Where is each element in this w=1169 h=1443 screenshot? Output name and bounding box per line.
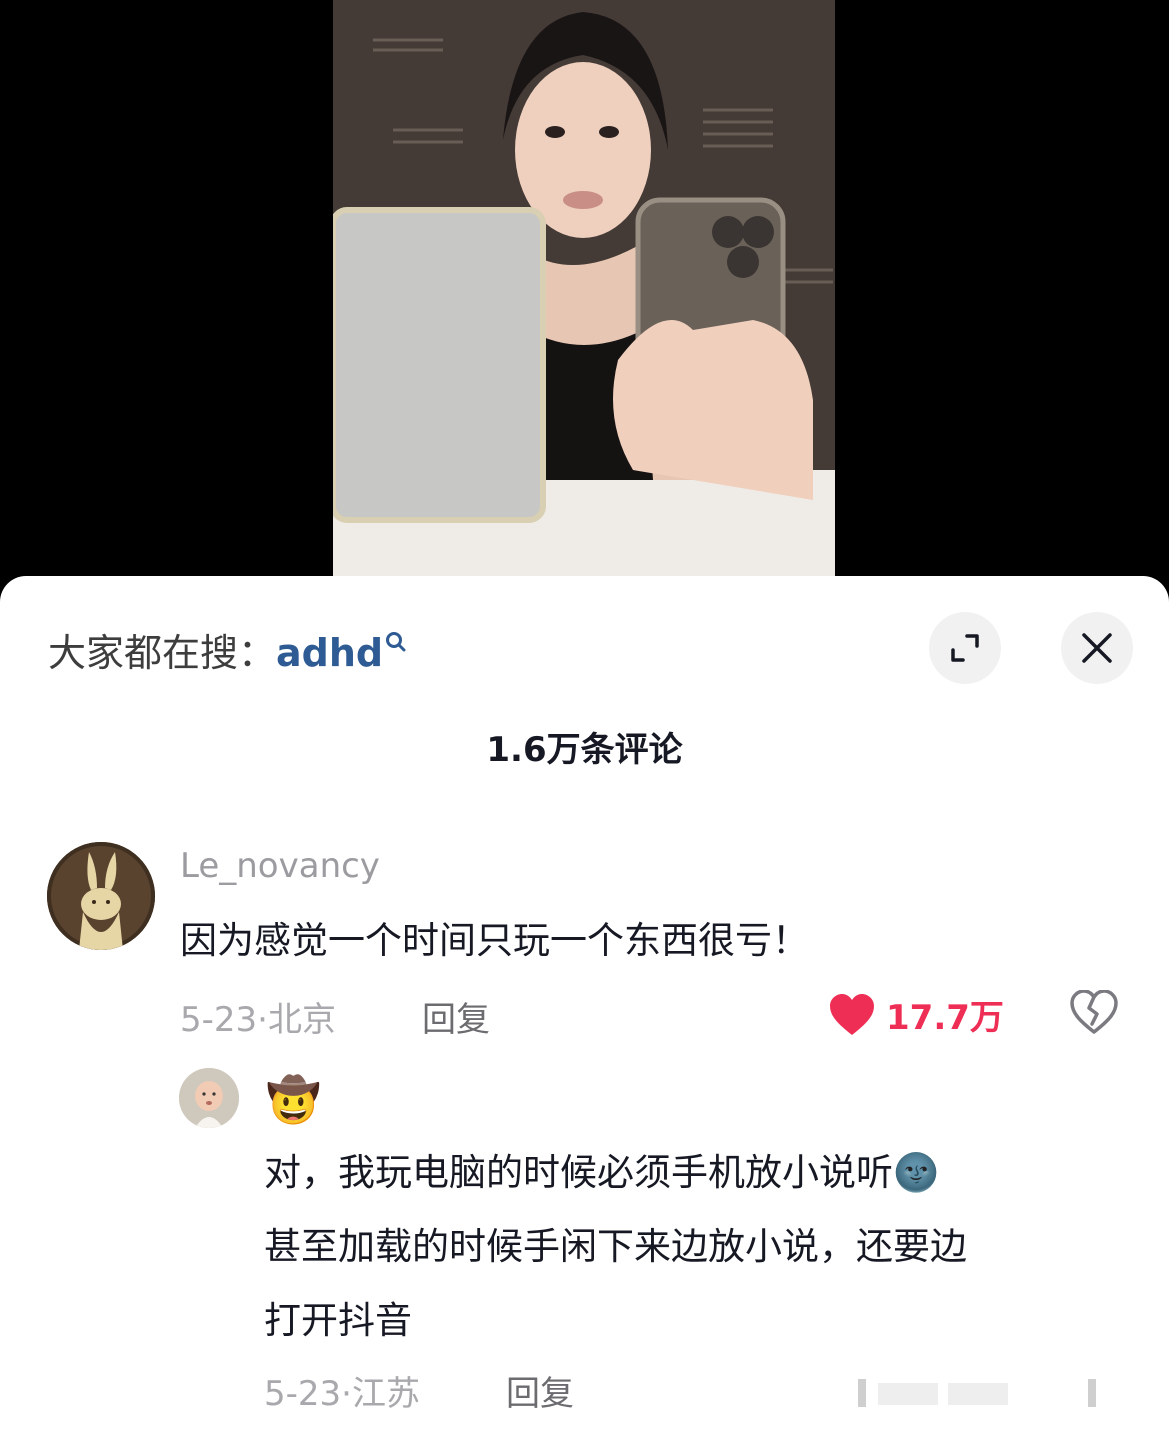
search-keyword[interactable]: adhd bbox=[276, 631, 383, 675]
dislike-button[interactable] bbox=[1070, 989, 1118, 1038]
comment-meta: 5-23·北京 bbox=[180, 1000, 336, 1040]
expand-icon bbox=[951, 634, 979, 662]
reply-text: 对，我玩电脑的时候必须手机放小说听🌚 甚至加载的时候手闲下来边放小说，还要边 打… bbox=[264, 1136, 1124, 1358]
comment-count-title: 1.6万条评论 bbox=[486, 730, 683, 770]
search-suggestion[interactable]: 大家都在搜：adhd bbox=[48, 622, 407, 677]
avatar[interactable] bbox=[47, 842, 155, 950]
close-icon bbox=[1082, 633, 1112, 663]
reply-meta: 5-23·江苏 bbox=[264, 1374, 420, 1414]
like-count: 17.7万 bbox=[886, 998, 1004, 1038]
watermark bbox=[858, 1379, 1096, 1407]
reply-date: 5-23 bbox=[264, 1374, 342, 1414]
reply-text-line: 打开抖音 bbox=[264, 1299, 412, 1342]
heart-icon bbox=[830, 993, 874, 1035]
close-button[interactable] bbox=[1061, 612, 1133, 684]
search-prefix: 大家都在搜： bbox=[48, 631, 277, 675]
video-area[interactable] bbox=[0, 0, 1169, 600]
video-illustration bbox=[333, 0, 835, 576]
reply-text-line: 甚至加载的时候手闲下来边放小说，还要边 bbox=[264, 1225, 967, 1268]
reply-button[interactable]: 回复 bbox=[422, 992, 490, 1041]
like-button[interactable]: 17.7万 bbox=[828, 990, 1004, 1039]
reply-text-line: 对，我玩电脑的时候必须手机放小说听🌚 bbox=[264, 1151, 940, 1194]
cowboy-emoji-username: 🤠 bbox=[266, 1075, 321, 1126]
comment-date: 5-23 bbox=[180, 1000, 258, 1040]
reply-username[interactable]: 🤠 bbox=[266, 1074, 321, 1126]
broken-heart-icon bbox=[1070, 989, 1118, 1034]
video-frame[interactable] bbox=[333, 0, 835, 576]
search-icon bbox=[385, 622, 407, 666]
avatar-baby-image bbox=[179, 1068, 239, 1128]
reply-reply-button[interactable]: 回复 bbox=[506, 1366, 574, 1415]
avatar-rabbit-image bbox=[47, 842, 155, 950]
reply-location: 江苏 bbox=[351, 1374, 420, 1414]
comment-username[interactable]: Le_novancy bbox=[180, 846, 380, 886]
comment-location: 北京 bbox=[267, 1000, 336, 1040]
expand-button[interactable] bbox=[929, 612, 1001, 684]
comment-text: 因为感觉一个时间只玩一个东西很亏！ bbox=[180, 919, 809, 962]
reply-avatar[interactable] bbox=[179, 1068, 239, 1128]
